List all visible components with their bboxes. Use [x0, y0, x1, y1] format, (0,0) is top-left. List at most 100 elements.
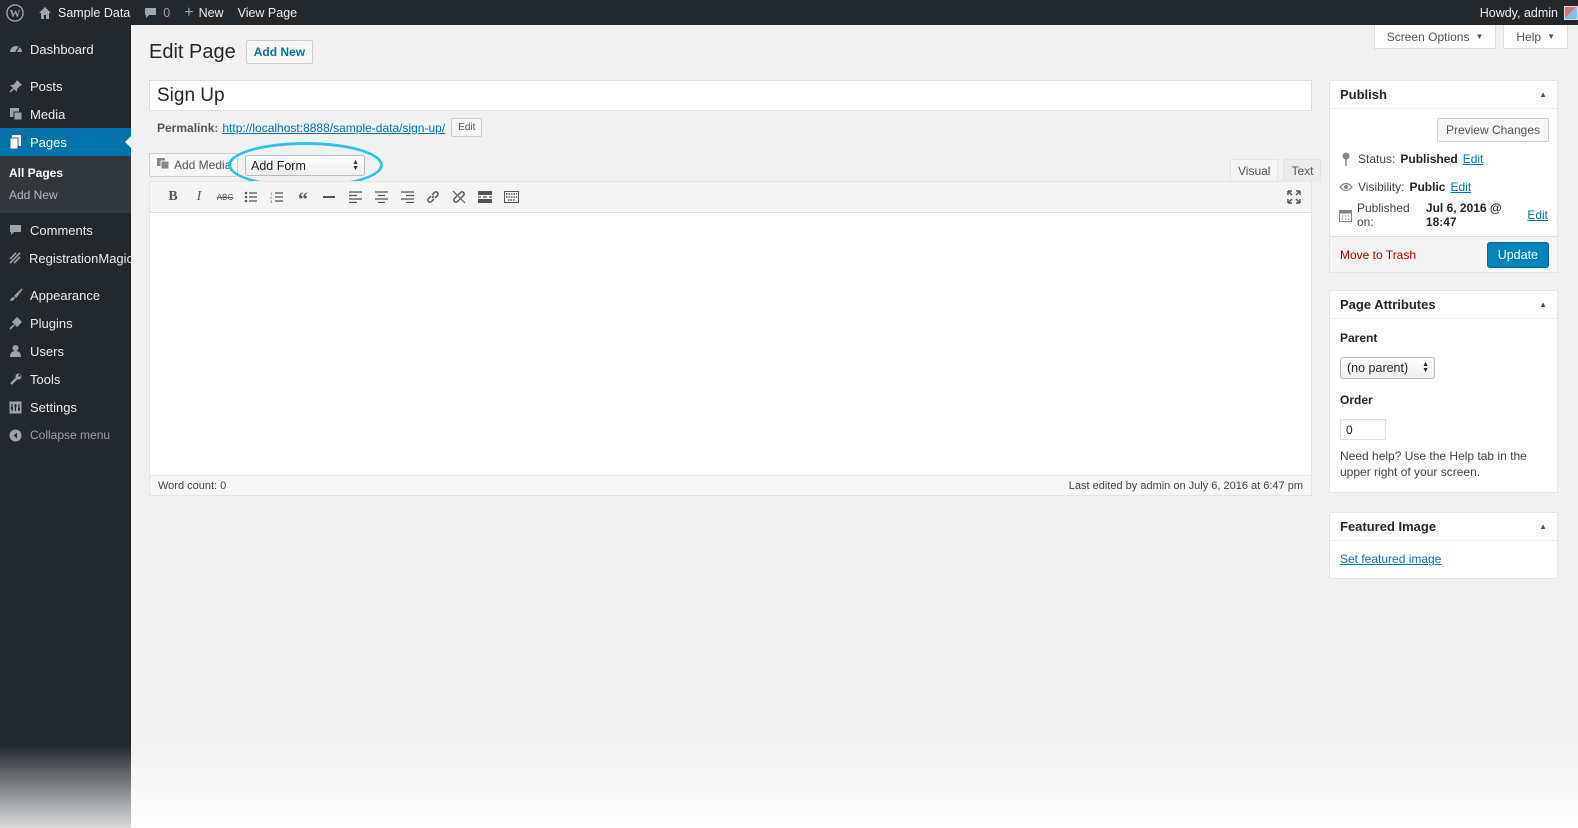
- pages-submenu: All Pages Add New: [0, 156, 131, 213]
- sidebar-item-label: Plugins: [30, 315, 73, 331]
- page-attributes-help: Need help? Use the Help tab in the upper…: [1340, 449, 1527, 479]
- sidebar-item-settings[interactable]: Settings: [0, 393, 131, 421]
- status-edit-link[interactable]: Edit: [1463, 152, 1484, 166]
- page-attributes-title: Page Attributes: [1340, 297, 1436, 312]
- parent-label: Parent: [1340, 331, 1378, 345]
- user-icon: [8, 344, 23, 359]
- collapse-arrow-icon[interactable]: ▲: [1539, 522, 1547, 531]
- editor-status-bar: Word count: 0 Last edited by admin on Ju…: [150, 475, 1311, 495]
- last-edited: Last edited by admin on July 6, 2016 at …: [1068, 479, 1303, 492]
- account-menu[interactable]: Howdy, admin: [1473, 0, 1578, 25]
- submenu-add-new[interactable]: Add New: [0, 184, 131, 206]
- visibility-value: Public: [1409, 180, 1446, 194]
- align-left-icon[interactable]: [342, 184, 368, 210]
- submenu-all-pages[interactable]: All Pages: [0, 162, 131, 184]
- sidebar-item-label: Comments: [30, 222, 93, 238]
- sidebar-item-pages[interactable]: Pages: [0, 128, 131, 156]
- howdy-label: Howdy, admin: [1479, 5, 1558, 20]
- permalink-label: Permalink:: [157, 120, 219, 135]
- comment-icon: [8, 223, 23, 238]
- new-content-link[interactable]: + New: [177, 0, 230, 25]
- permalink-url[interactable]: http://localhost:8888/sample-data/sign-u…: [222, 121, 445, 135]
- media-buttons: Add Media Add Form ▲ ▼: [149, 153, 365, 177]
- calendar-icon: [1339, 209, 1352, 222]
- italic-button[interactable]: I: [186, 184, 212, 210]
- featured-image-header[interactable]: Featured Image ▲: [1330, 513, 1557, 541]
- page-attributes-header[interactable]: Page Attributes ▲: [1330, 291, 1557, 319]
- sidebar-item-comments[interactable]: Comments: [0, 216, 131, 244]
- publish-title: Publish: [1340, 87, 1387, 102]
- sidebar-item-dashboard[interactable]: Dashboard: [0, 35, 131, 63]
- permalink-edit-button[interactable]: Edit: [451, 118, 483, 137]
- sidebar-item-appearance[interactable]: Appearance: [0, 281, 131, 309]
- post-title-input[interactable]: Sign Up: [149, 80, 1312, 111]
- sidebar-item-registrationmagic[interactable]: RegistrationMagic: [0, 244, 134, 272]
- caret-down-icon: ▼: [1475, 32, 1484, 41]
- align-right-icon[interactable]: [394, 184, 420, 210]
- sidebar-item-posts[interactable]: Posts: [0, 72, 131, 100]
- sidebar-item-label: Posts: [30, 78, 63, 94]
- svg-text:W: W: [10, 8, 21, 20]
- add-form-value: Add Form: [251, 158, 306, 173]
- registration-icon: [8, 251, 22, 266]
- collapse-arrow-icon[interactable]: ▲: [1539, 90, 1547, 99]
- publish-actions: Move to Trash Update: [1330, 236, 1557, 272]
- screen-options-button[interactable]: Screen Options ▼: [1373, 25, 1497, 49]
- sidebar-item-label: RegistrationMagic: [29, 250, 134, 266]
- site-name-link[interactable]: Sample Data: [31, 0, 137, 25]
- collapse-menu-button[interactable]: Collapse menu: [0, 421, 131, 449]
- sidebar-item-tools[interactable]: Tools: [0, 365, 131, 393]
- plug-icon: [8, 316, 23, 331]
- order-label: Order: [1340, 393, 1373, 407]
- update-button[interactable]: Update: [1486, 241, 1549, 268]
- bold-button[interactable]: B: [160, 184, 186, 210]
- horizontal-line-icon[interactable]: [316, 184, 342, 210]
- unlink-icon[interactable]: [446, 184, 472, 210]
- published-label: Published on:: [1357, 201, 1410, 229]
- status-row: Status: Published Edit: [1330, 145, 1557, 173]
- featured-image-title: Featured Image: [1340, 519, 1437, 534]
- comments-count: 0: [163, 5, 171, 20]
- dashboard-icon: [8, 42, 23, 57]
- sidebar-item-media[interactable]: Media: [0, 100, 131, 128]
- published-edit-link[interactable]: Edit: [1527, 208, 1548, 222]
- toolbar-toggle-icon[interactable]: [498, 184, 524, 210]
- sidebar-item-users[interactable]: Users: [0, 337, 131, 365]
- visibility-edit-link[interactable]: Edit: [1450, 180, 1471, 194]
- add-form-select[interactable]: Add Form ▲ ▼: [245, 155, 365, 176]
- editor-content-area[interactable]: [150, 213, 1311, 475]
- parent-select[interactable]: (no parent) ▲ ▼: [1340, 357, 1435, 379]
- page-header: Edit Page Add New: [149, 40, 314, 64]
- add-new-button[interactable]: Add New: [245, 40, 314, 64]
- collapse-arrow-icon[interactable]: ▲: [1539, 300, 1547, 309]
- align-center-icon[interactable]: [368, 184, 394, 210]
- tab-text[interactable]: Text: [1283, 159, 1322, 182]
- set-featured-image-link[interactable]: Set featured image: [1340, 552, 1441, 566]
- link-icon[interactable]: [420, 184, 446, 210]
- page-title: Edit Page: [149, 40, 236, 63]
- plus-icon: +: [184, 3, 194, 21]
- numbered-list-icon[interactable]: 123: [264, 184, 290, 210]
- pin-icon: [1339, 152, 1353, 166]
- view-page-link[interactable]: View Page: [231, 0, 305, 25]
- comments-link[interactable]: 0: [137, 0, 177, 25]
- help-button[interactable]: Help ▼: [1503, 25, 1568, 49]
- publish-box: Publish ▲ Preview Changes Status: Publis…: [1329, 80, 1558, 273]
- wordpress-logo-icon[interactable]: W: [0, 0, 31, 25]
- read-more-icon[interactable]: [472, 184, 498, 210]
- new-label: New: [198, 5, 224, 20]
- fullscreen-icon[interactable]: [1281, 184, 1307, 210]
- sidebar-item-label: Tools: [30, 371, 61, 387]
- move-to-trash-link[interactable]: Move to Trash: [1340, 248, 1416, 262]
- blockquote-icon[interactable]: “: [290, 184, 316, 210]
- order-input[interactable]: 0: [1340, 419, 1386, 440]
- strikethrough-button[interactable]: ABC: [212, 184, 238, 210]
- bullet-list-icon[interactable]: [238, 184, 264, 210]
- sidebar-item-plugins[interactable]: Plugins: [0, 309, 131, 337]
- add-media-button[interactable]: Add Media: [149, 153, 239, 177]
- publish-header[interactable]: Publish ▲: [1330, 81, 1557, 109]
- pages-icon: [8, 135, 23, 150]
- eye-icon: [1339, 182, 1353, 192]
- tab-visual[interactable]: Visual: [1230, 159, 1279, 182]
- preview-changes-button[interactable]: Preview Changes: [1436, 118, 1549, 142]
